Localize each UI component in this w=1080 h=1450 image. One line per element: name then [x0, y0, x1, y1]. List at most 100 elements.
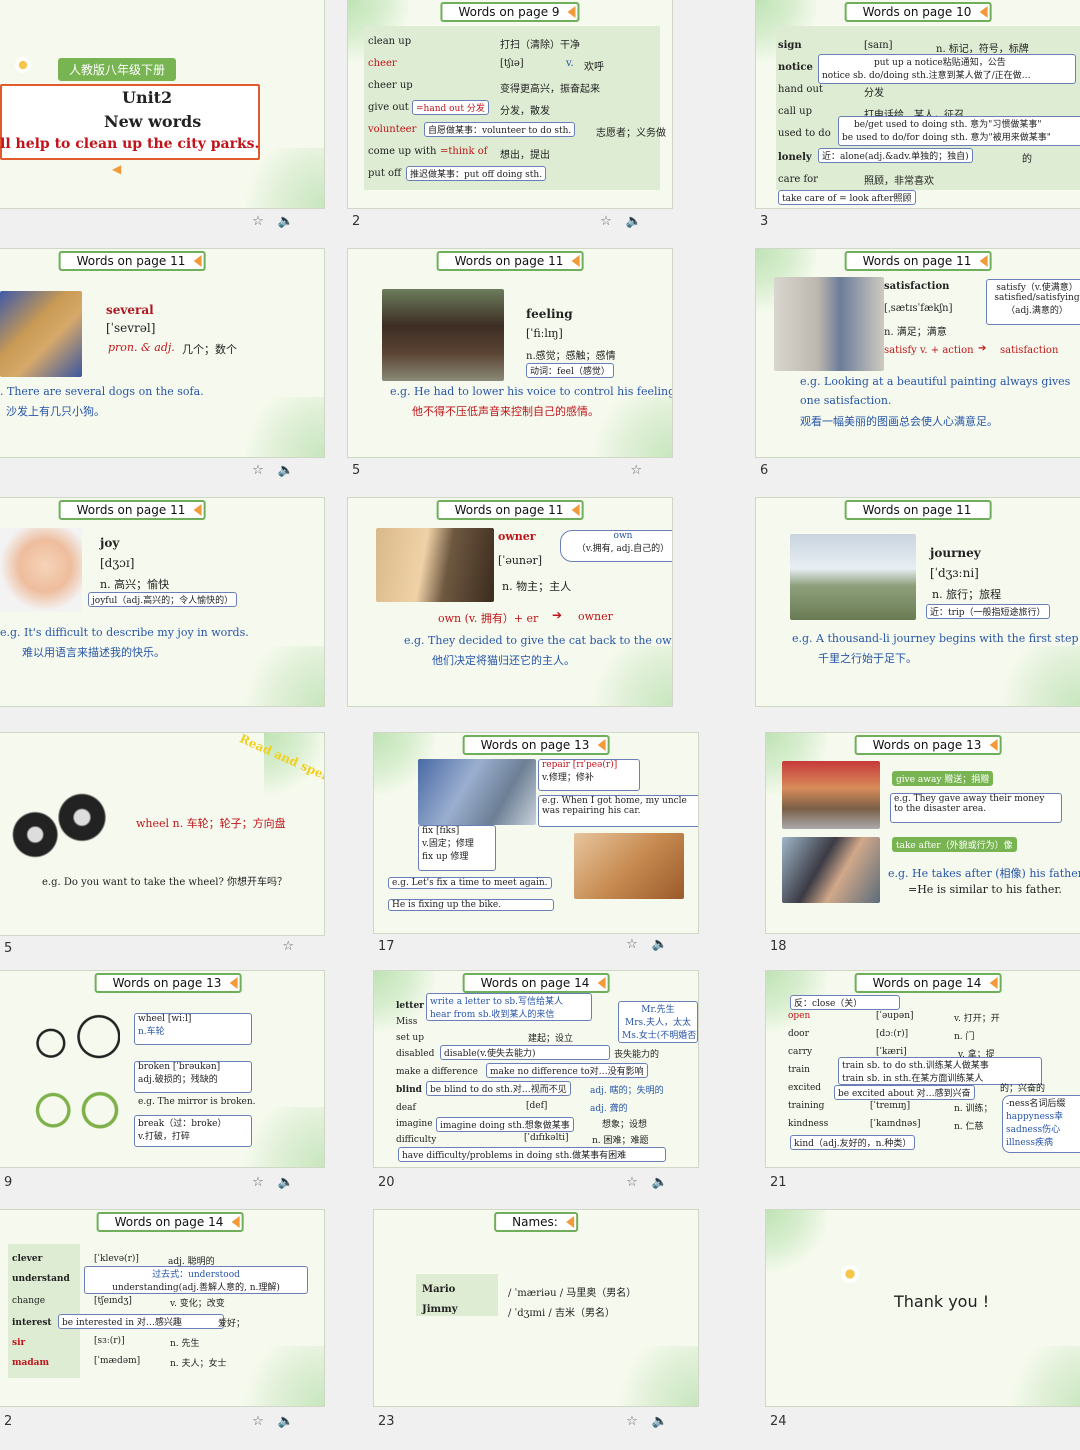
mechanics-photo	[418, 759, 536, 825]
sound-icon[interactable]: 🔈	[652, 1414, 682, 1429]
speaker-icon[interactable]	[979, 255, 988, 267]
thank-you-text: Thank you !	[894, 1292, 990, 1311]
star-icon[interactable]: ☆	[626, 937, 652, 952]
slide-thumb-11[interactable]: Words on page 13 repair [rɪˈpeə(r)] v.修理；…	[366, 733, 706, 973]
slide-thumb-13[interactable]: Words on page 13 wheel [wiːl] n.车轮 broken…	[0, 971, 332, 1211]
slide-3: Words on page 10 sign [saɪn] n. 标记，符号，标牌…	[756, 0, 1080, 208]
slide-title-text: Words on page 13	[112, 976, 222, 990]
slide-thumb-1[interactable]: 人教版八年级下册 Unit2 New words ll help to clea…	[0, 0, 332, 240]
headline: ll help to clean up the city parks.	[0, 136, 260, 152]
slide-thumb-9[interactable]: Words on page 11 journey [ˈdʒɜːni] n. 旅行…	[748, 498, 1080, 738]
example-translation: 他们决定将猫归还它的主人。	[432, 654, 575, 667]
star-icon[interactable]: ☆	[630, 463, 656, 478]
slide-thumb-14[interactable]: Words on page 14 letter write a letter t…	[366, 971, 706, 1211]
note-box: take after（外貌或行为）像	[892, 837, 1017, 852]
slide-actions[interactable]: ☆🔈	[252, 1175, 308, 1190]
slide-thumb-16[interactable]: Words on page 14 clever [ˈklevə(r)] adj.…	[0, 1210, 332, 1450]
note-line: train sb. to do sth.训练某人做某事	[842, 1061, 989, 1071]
star-icon[interactable]: ☆	[252, 214, 278, 229]
slide-thumb-8[interactable]: Words on page 11 owner [ˈəunər] n. 物主；主人…	[340, 498, 680, 738]
meaning: n. 仁慈	[954, 1122, 984, 1132]
note-box: e.g. They gave away their money to the di…	[890, 793, 1062, 823]
speaker-icon[interactable]	[567, 6, 576, 18]
note-box: make no difference to对…没有影响	[486, 1063, 648, 1078]
slide-thumb-7[interactable]: Words on page 11 joy [dʒɔɪ] n. 高兴；愉快 joy…	[0, 498, 332, 738]
slide-thumb-2[interactable]: Words on page 9 clean up 打扫（清除）干净 cheer …	[340, 0, 680, 240]
speaker-icon[interactable]	[571, 255, 580, 267]
slide-number: 20	[378, 1175, 395, 1190]
slide-actions[interactable]: ☆🔈	[626, 1175, 682, 1190]
speaker-icon[interactable]	[229, 977, 238, 989]
speaker-icon[interactable]	[989, 739, 998, 751]
slide-thumb-12[interactable]: Words on page 13 give away 赠送；捐赠 e.g. Th…	[758, 733, 1080, 973]
slide-actions[interactable]: ☆🔈	[252, 1414, 308, 1429]
phonetic: [ˈdɪfɪkəlti]	[524, 1133, 569, 1143]
slide-thumb-5[interactable]: Words on page 11 feeling [ˈfiːlɪŋ] n.感觉；…	[340, 249, 680, 489]
slide-title-text: Words on page 13	[872, 738, 982, 752]
star-icon[interactable]: ☆	[252, 1414, 278, 1429]
slide-13: Words on page 13 wheel [wiːl] n.车轮 broken…	[0, 971, 324, 1167]
word: satisfaction	[884, 281, 950, 292]
star-icon[interactable]: ☆	[626, 1414, 652, 1429]
word: training	[788, 1101, 825, 1111]
star-icon[interactable]: ☆	[626, 1175, 652, 1190]
meaning: n. 物主；主人	[502, 580, 572, 593]
slide-thumb-3[interactable]: Words on page 10 sign [saɪn] n. 标记，符号，标牌…	[748, 0, 1080, 240]
meaning: 想象；设想	[602, 1120, 648, 1130]
phonetic: [ˈtreɪnɪŋ]	[870, 1101, 911, 1111]
star-icon[interactable]: ☆	[282, 939, 308, 954]
slide-16: Words on page 14 clever [ˈklevə(r)] adj.…	[0, 1210, 324, 1406]
slide-thumb-18[interactable]: Thank you ! 24	[758, 1210, 1080, 1450]
speaker-icon[interactable]	[193, 504, 202, 516]
speaker-icon[interactable]	[571, 504, 580, 516]
slide-thumb-6[interactable]: Words on page 11 satisfaction [ˌsætɪsˈfæ…	[748, 249, 1080, 489]
note-line: notice sb. do/doing sth.注意到某人做了/正在做…	[822, 71, 1031, 81]
slide-14: Words on page 14 letter write a letter t…	[374, 971, 698, 1167]
sound-icon[interactable]: 🔈	[652, 937, 682, 952]
note-box: 过去式：understood understanding(adj.善解人意的, n…	[84, 1266, 308, 1294]
arrow-icon: ➔	[978, 343, 987, 354]
slide-actions[interactable]: ☆🔈	[252, 463, 308, 478]
word: carry	[788, 1047, 813, 1057]
word: feeling	[526, 307, 573, 321]
speaker-icon[interactable]	[597, 977, 606, 989]
page-title: New words	[104, 112, 202, 131]
slide-actions[interactable]: ☆🔈	[600, 214, 656, 229]
slide-thumb-10[interactable]: Read and spell wheel n. 车轮；轮子；方向盘 e.g. D…	[0, 733, 332, 973]
meaning: n. 困难；难题	[592, 1136, 649, 1146]
note-line: write a letter to sb.写信给某人	[430, 997, 563, 1007]
speaker-icon[interactable]: ◀	[112, 162, 121, 176]
speaker-icon[interactable]	[231, 1216, 240, 1228]
slide-actions[interactable]: ☆🔈	[626, 937, 682, 952]
star-icon[interactable]: ☆	[252, 1175, 278, 1190]
slide-title-text: Words on page 14	[480, 976, 590, 990]
speaker-icon[interactable]	[979, 6, 988, 18]
speaker-icon[interactable]	[597, 739, 606, 751]
sound-icon[interactable]: 🔈	[278, 463, 308, 478]
slide-actions[interactable]: ☆🔈	[626, 1414, 682, 1429]
slide-thumb-17[interactable]: Names: Mario / ˈmæriəu / 马里奥（男名） Jimmy /…	[366, 1210, 706, 1450]
speaker-icon[interactable]	[565, 1216, 574, 1228]
sound-icon[interactable]: 🔈	[278, 1175, 308, 1190]
speaker-icon[interactable]	[193, 255, 202, 267]
note-box: Mr.先生 Mrs.夫人，太太 Ms.女士(不明婚否)	[618, 1001, 698, 1043]
meaning: adj. 聋的	[590, 1104, 628, 1114]
note-box: broken [ˈbrəukən] adj.破损的；残缺的	[134, 1061, 252, 1093]
slide-actions[interactable]: ☆	[282, 939, 308, 954]
meaning: n. 旅行；旅程	[932, 588, 1002, 601]
star-icon[interactable]: ☆	[600, 214, 626, 229]
star-icon[interactable]: ☆	[252, 463, 278, 478]
slide-thumb-4[interactable]: Words on page 11 several [ˈsevrəl] pron.…	[0, 249, 332, 489]
slide-12: Words on page 13 give away 赠送；捐赠 e.g. Th…	[766, 733, 1080, 933]
speaker-icon[interactable]	[989, 977, 998, 989]
sound-icon[interactable]: 🔈	[652, 1175, 682, 1190]
meaning: 建起；设立	[528, 1034, 574, 1044]
slide-actions[interactable]: ☆	[630, 463, 656, 478]
dogs-photo	[0, 291, 82, 377]
slide-thumb-15[interactable]: Words on page 14 反：close（关） open [ˈəupən…	[758, 971, 1080, 1211]
slide-actions[interactable]: ☆🔈	[252, 214, 308, 229]
sound-icon[interactable]: 🔈	[626, 214, 656, 229]
sound-icon[interactable]: 🔈	[278, 214, 308, 229]
word: joy	[100, 536, 120, 550]
sound-icon[interactable]: 🔈	[278, 1414, 308, 1429]
